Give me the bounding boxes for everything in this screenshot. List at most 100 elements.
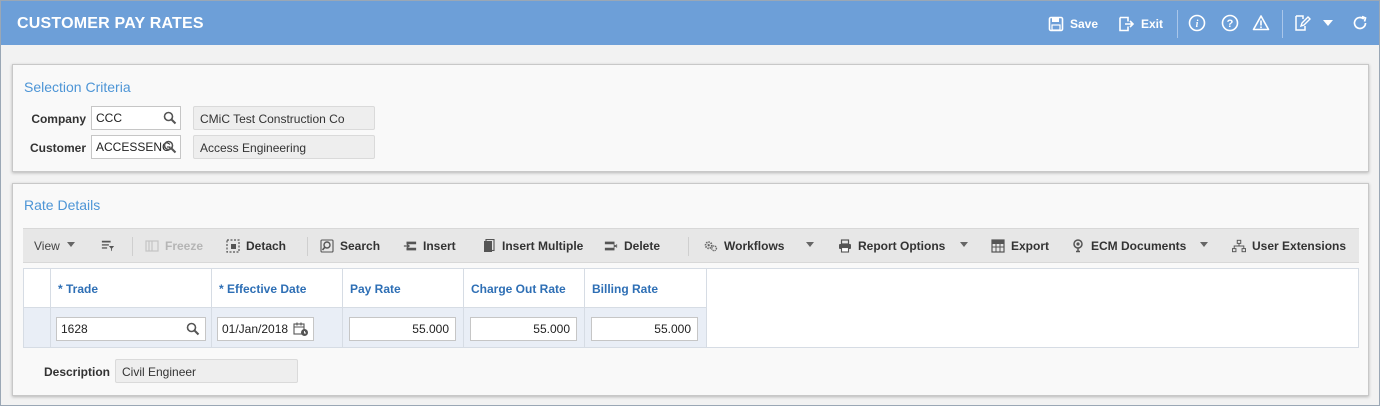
customer-name-display: Access Engineering — [193, 135, 375, 159]
workflows-label: Workflows — [724, 239, 785, 253]
pay-rate-cell: 55.000 — [343, 307, 464, 347]
exit-icon — [1119, 16, 1135, 32]
printer-icon — [838, 239, 852, 253]
page-title: CUSTOMER PAY RATES — [17, 15, 204, 32]
user-extensions-label: User Extensions — [1252, 239, 1347, 253]
save-button[interactable]: Save — [1048, 13, 1098, 35]
ecm-documents-label: ECM Documents — [1091, 239, 1187, 253]
customer-search-icon[interactable] — [163, 140, 177, 154]
company-value: CCC — [96, 111, 122, 125]
svg-text:?: ? — [1227, 18, 1234, 30]
charge-out-rate-cell: 55.000 — [464, 307, 585, 347]
delete-label: Delete — [624, 239, 661, 253]
trade-lookup-box[interactable] — [184, 317, 206, 341]
export-button[interactable]: Export — [991, 238, 1049, 254]
help-icon[interactable]: ? — [1220, 13, 1240, 33]
report-options-button[interactable]: Report Options — [838, 238, 945, 254]
column-header-charge-out-rate[interactable]: Charge Out Rate — [464, 269, 585, 307]
warning-icon[interactable] — [1251, 13, 1271, 33]
ecm-documents-button[interactable]: ECM Documents — [1071, 238, 1186, 254]
toolbar-divider-2 — [307, 237, 308, 256]
spreadsheet-icon — [991, 239, 1005, 253]
ecm-documents-chevron-down-icon[interactable] — [1200, 242, 1208, 247]
freeze-icon — [145, 239, 159, 253]
insert-multiple-label: Insert Multiple — [502, 239, 584, 253]
insert-icon — [403, 239, 417, 253]
detach-label: Detach — [246, 239, 287, 253]
row-selector-header — [24, 269, 51, 307]
export-label: Export — [1011, 239, 1050, 253]
header-divider — [1177, 10, 1178, 38]
delete-button[interactable]: Delete — [604, 238, 660, 254]
save-icon — [1048, 16, 1064, 32]
hierarchy-icon — [1232, 239, 1246, 253]
toolbar-divider — [132, 237, 133, 256]
report-options-chevron-down-icon[interactable] — [960, 242, 968, 247]
refresh-icon[interactable] — [1350, 13, 1370, 33]
view-label: View — [34, 239, 60, 253]
view-chevron-down-icon[interactable] — [67, 242, 75, 247]
exit-label: Exit — [1141, 17, 1164, 31]
column-header-trade[interactable]: * Trade — [51, 269, 212, 307]
trade-search-icon[interactable] — [186, 322, 200, 336]
workflows-chevron-down-icon[interactable] — [806, 242, 814, 247]
company-search-icon[interactable] — [163, 111, 177, 125]
rate-details-panel: Rate Details View Freeze Detach Search I… — [12, 183, 1369, 396]
query-filter-button[interactable] — [101, 238, 115, 254]
save-label: Save — [1070, 17, 1099, 31]
edit-dropdown-chevron-icon[interactable] — [1318, 13, 1338, 33]
exit-button[interactable]: Exit — [1118, 13, 1163, 35]
calendar-icon[interactable] — [293, 322, 309, 337]
customer-label: Customer — [29, 141, 86, 155]
ecm-documents-icon — [1071, 239, 1085, 253]
toolbar-divider-3 — [688, 237, 689, 256]
header-bar: CUSTOMER PAY RATES Save Exit i ? — [1, 1, 1379, 45]
column-header-billing-rate[interactable]: Billing Rate — [585, 269, 707, 307]
selection-criteria-panel: Selection Criteria Company CCC CMiC Test… — [12, 64, 1369, 172]
view-menu[interactable]: View — [34, 238, 60, 254]
insert-multiple-icon — [482, 239, 496, 253]
description-label: Description — [43, 365, 110, 379]
rate-details-toolbar: View Freeze Detach Search Insert Insert … — [23, 228, 1359, 263]
gears-icon — [704, 239, 718, 253]
detach-icon — [226, 239, 240, 253]
freeze-label: Freeze — [165, 239, 204, 253]
search-label: Search — [340, 239, 381, 253]
selection-criteria-title: Selection Criteria — [24, 79, 131, 95]
delete-icon — [604, 239, 618, 253]
filter-icon — [101, 239, 115, 253]
column-header-pay-rate[interactable]: Pay Rate — [343, 269, 464, 307]
rate-details-title: Rate Details — [24, 197, 101, 213]
column-header-effective-date[interactable]: * Effective Date — [212, 269, 343, 307]
insert-label: Insert — [423, 239, 456, 253]
description-display: Civil Engineer — [115, 359, 298, 383]
insert-multiple-button[interactable]: Insert Multiple — [482, 238, 583, 254]
insert-button[interactable]: Insert — [403, 238, 456, 254]
edit-icon[interactable] — [1292, 13, 1312, 33]
info-icon[interactable]: i — [1187, 13, 1207, 33]
customer-value: ACCESSENG — [96, 140, 172, 154]
detach-button[interactable]: Detach — [226, 238, 286, 254]
company-label: Company — [31, 112, 86, 126]
report-options-label: Report Options — [858, 239, 946, 253]
billing-rate-cell: 55.000 — [585, 307, 707, 347]
svg-text:i: i — [1196, 19, 1199, 30]
row-selector[interactable] — [24, 307, 51, 347]
trade-input[interactable]: 1628 — [56, 317, 184, 341]
rate-details-grid: * Trade * Effective Date Pay Rate Charge… — [23, 268, 1359, 348]
effective-date-cell: 01/Jan/2018 — [212, 307, 343, 347]
trade-cell: 1628 — [51, 307, 212, 347]
customer-pay-rates-screen: CUSTOMER PAY RATES Save Exit i ? Selecti… — [0, 0, 1380, 406]
effective-date-value: 01/Jan/2018 — [222, 322, 289, 336]
search-button[interactable]: Search — [320, 238, 380, 254]
search-icon — [320, 239, 334, 253]
billing-rate-input[interactable]: 55.000 — [591, 317, 698, 341]
charge-out-rate-input[interactable]: 55.000 — [470, 317, 577, 341]
pay-rate-input[interactable]: 55.000 — [349, 317, 456, 341]
company-name-display: CMiC Test Construction Co — [193, 106, 375, 130]
trade-value: 1628 — [61, 322, 88, 336]
user-extensions-button[interactable]: User Extensions — [1232, 238, 1346, 254]
header-divider-2 — [1282, 10, 1283, 38]
freeze-button[interactable]: Freeze — [145, 238, 203, 254]
workflows-button[interactable]: Workflows — [704, 238, 784, 254]
